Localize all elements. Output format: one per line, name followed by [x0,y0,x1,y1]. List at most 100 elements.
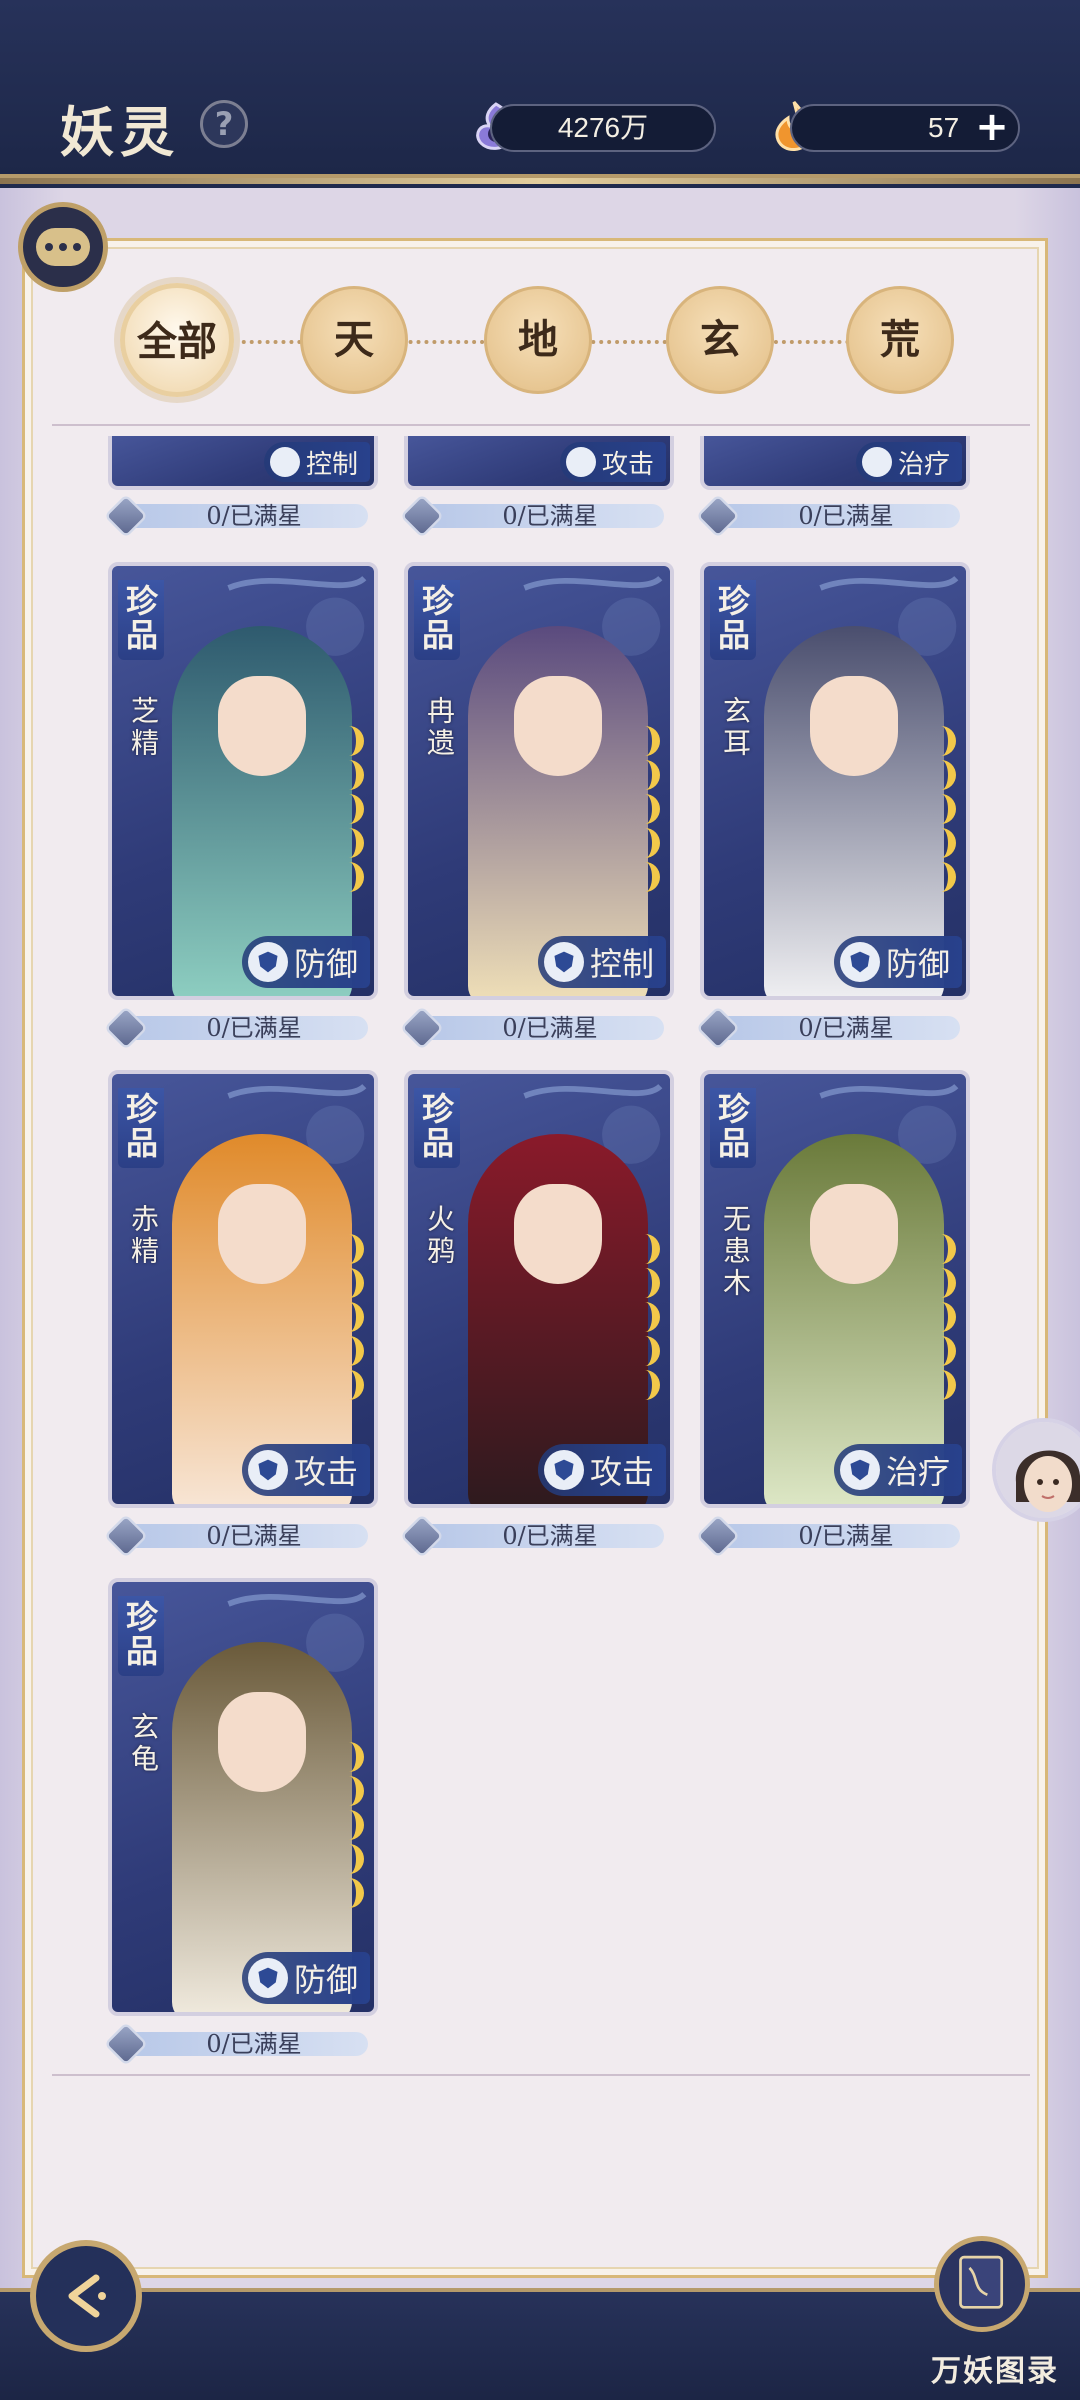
spirit-name: 冉遗 [423,696,456,760]
star-icon [638,828,660,858]
role-badge: 治疗 [855,442,962,482]
star-progress: 0/已满星 [103,1513,368,1559]
star-progress-text: 0/已满星 [716,1524,960,1548]
star-progress-text: 0/已满星 [716,504,960,528]
grade-label: 珍品 [414,580,460,660]
role-badge: 攻击 [241,1444,370,1496]
grade-label: 珍品 [710,1088,756,1168]
tab-di[interactable]: 地 [484,286,592,394]
attack-icon [565,447,596,477]
star-rating [930,726,960,892]
attack-icon [247,1450,288,1490]
shard-icon [399,493,445,539]
bottom-bar [0,2288,1080,2400]
tab-xuan[interactable]: 玄 [666,286,774,394]
role-badge: 控制 [263,442,370,482]
spirit-name: 玄耳 [719,696,752,760]
spirit-card[interactable]: 珍品 无患木 治疗 [700,1070,970,1508]
role-label: 防御 [885,945,950,983]
spirit-name: 芝精 [127,696,160,760]
spirit-card[interactable]: 珍品冉遗控制 [404,562,674,1000]
star-progress-text: 0/已满星 [124,2032,368,2056]
heal-icon [861,447,892,477]
spirit-name: 玄龟 [127,1712,160,1776]
attack-icon [543,1450,584,1490]
shield-icon [247,1958,288,1998]
grade-label: 珍品 [414,1088,460,1168]
spirit-card[interactable]: 珍品 火鸦 攻击 [404,1070,674,1508]
back-button[interactable] [30,2240,142,2352]
chat-button[interactable] [18,202,108,292]
book-icon [959,2255,1004,2309]
help-button[interactable]: ? [200,100,248,148]
role-badge: 治疗 [833,1444,962,1496]
energy-value: 57 [928,112,960,143]
star-icon [934,1336,956,1366]
star-icon [638,1268,660,1298]
star-icon [638,794,660,824]
tab-tian[interactable]: 天 [300,286,408,394]
star-rating [930,1234,960,1400]
spirit-card[interactable]: 珍品 赤精 攻击 [108,1070,378,1508]
grade-label: 珍品 [118,580,164,660]
spirit-card[interactable]: 珍品 玄耳 防御 [700,562,970,1000]
spirit-card[interactable]: 珍品芝精防御 [108,562,378,1000]
spirit-face [810,676,898,776]
star-progress: 0/已满星 [695,1513,960,1559]
star-progress-text: 0/已满星 [124,1524,368,1548]
star-icon [934,1302,956,1332]
plus-icon: + [975,104,1009,150]
star-icon [342,1878,364,1908]
spirit-card[interactable]: 珍品 玄龟 防御 [108,1578,378,2016]
star-icon [638,1302,660,1332]
star-icon [638,760,660,790]
star-progress: 0/已满星 [399,1513,664,1559]
grade-label: 珍品 [118,1596,164,1676]
star-icon [342,726,364,756]
question-icon: ? [214,105,234,143]
role-label: 治疗 [897,449,950,480]
role-badge: 攻击 [537,1444,666,1496]
star-icon [934,726,956,756]
spirit-face [218,676,306,776]
shield-icon [247,942,288,982]
star-icon [342,1268,364,1298]
star-progress: 0/已满星 [399,1005,664,1051]
spirit-face [514,676,602,776]
tab-all[interactable]: 全部 [120,283,234,397]
chat-icon [36,228,90,266]
shard-icon [399,1513,445,1559]
role-badge: 攻击 [559,442,666,482]
star-icon [638,1336,660,1366]
spirit-face [218,1184,306,1284]
tab-huang[interactable]: 荒 [846,286,954,394]
star-progress: 0/已满星 [399,493,664,539]
shard-icon [103,1513,149,1559]
role-label: 防御 [293,945,358,983]
shard-icon [103,2021,149,2067]
resource-bar-currency: 4276万 [490,104,716,152]
star-icon [638,1370,660,1400]
atlas-button[interactable] [934,2236,1030,2332]
star-progress-text: 0/已满星 [420,1016,664,1040]
star-icon [342,1742,364,1772]
star-icon [342,1810,364,1840]
role-label: 攻击 [589,1453,654,1491]
spirit-card-partial[interactable]: 治疗 [700,436,970,490]
list-end-divider [52,2074,1030,2076]
currency-value: 4276万 [557,112,649,143]
star-icon [342,794,364,824]
spirit-card-partial[interactable]: 控制 [108,436,378,490]
star-icon [934,1370,956,1400]
star-progress: 0/已满星 [103,2021,368,2067]
star-rating [338,726,368,892]
role-badge: 控制 [537,936,666,988]
star-progress: 0/已满星 [103,493,368,539]
star-progress-text: 0/已满星 [420,1524,664,1548]
role-badge: 防御 [241,936,370,988]
spirit-card-partial[interactable]: 攻击 [404,436,674,490]
add-energy-button[interactable]: + [972,107,1012,148]
spirit-face [514,1184,602,1284]
star-progress-text: 0/已满星 [124,504,368,528]
star-icon [934,1234,956,1264]
